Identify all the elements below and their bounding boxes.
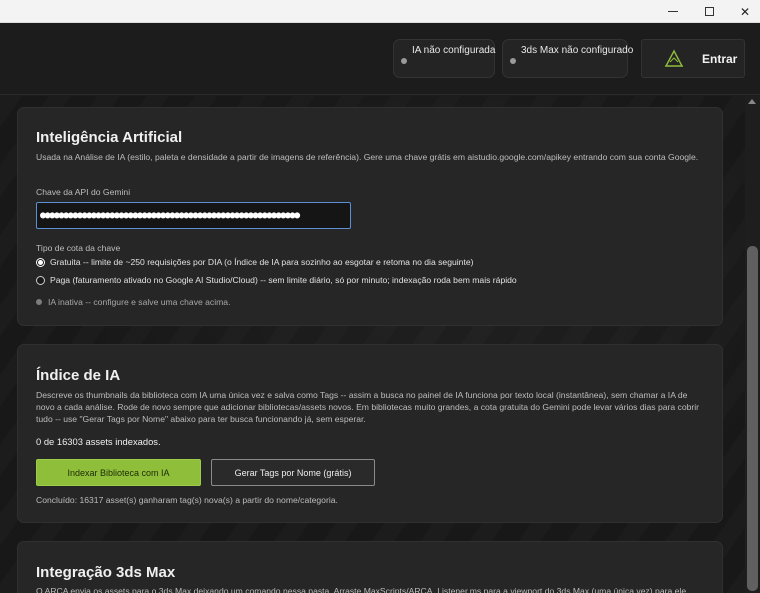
close-button[interactable]: ✕ (722, 0, 760, 23)
quota-option-free[interactable]: Gratuita -- limite de ~250 requisições p… (36, 255, 473, 269)
api-key-input[interactable] (36, 202, 351, 229)
close-icon: ✕ (739, 4, 751, 19)
ai-section-title: Inteligência Artificial (36, 129, 183, 146)
max-status-badge: 3ds Max não configurado (502, 39, 633, 78)
index-section-description: Descreve os thumbnails da biblioteca com… (36, 390, 700, 424)
ai-status: IA inativa -- configure e salve uma chav… (36, 297, 230, 307)
quota-option-paid-label: Paga (faturamento ativado no Google AI S… (50, 275, 517, 285)
index-library-button[interactable]: Indexar Biblioteca com IA (36, 459, 201, 486)
index-result-text: Concluído: 16317 asset(s) ganharam tag(s… (36, 495, 338, 505)
radio-checked-icon[interactable] (36, 257, 45, 267)
radio-unchecked-icon[interactable] (36, 275, 45, 285)
quota-option-free-label: Gratuita -- limite de ~250 requisições p… (50, 257, 474, 267)
quota-type-label: Tipo de cota da chave (36, 243, 121, 253)
api-key-label: Chave da API do Gemini (36, 187, 131, 197)
window-titlebar: ✕ (0, 0, 760, 23)
quota-option-paid[interactable]: Paga (faturamento ativado no Google AI S… (36, 273, 517, 287)
ai-index-card: Índice de IA Descreve os thumbnails da b… (17, 344, 723, 523)
settings-content[interactable]: Inteligência Artificial Usada na Análise… (0, 96, 745, 593)
app-header: IA não configurada 3ds Max não configura… (0, 23, 760, 95)
login-button[interactable]: Entrar (641, 39, 745, 78)
inactive-dot-icon (36, 299, 42, 305)
arca-logo-icon (664, 49, 684, 67)
ai-settings-card: Inteligência Artificial Usada na Análise… (17, 107, 723, 326)
status-dot-icon (510, 58, 516, 64)
max-integration-card: Integração 3ds Max O ARCA envia os asset… (17, 541, 723, 593)
maximize-icon (704, 7, 714, 16)
ia-status-badge: IA não configurada (393, 39, 495, 78)
minimize-icon (668, 11, 678, 12)
generate-tags-button[interactable]: Gerar Tags por Nome (grátis) (211, 459, 375, 486)
login-label: Entrar (702, 52, 738, 66)
max-section-description: O ARCA envia os assets para o 3ds Max de… (36, 586, 687, 593)
indexed-count-text: 0 de 16303 assets indexados. (36, 436, 161, 447)
vertical-scrollbar[interactable] (745, 96, 760, 593)
ai-section-description: Usada na Análise de IA (estilo, paleta e… (36, 152, 699, 162)
scrollbar-thumb[interactable] (747, 246, 758, 591)
ai-status-text: IA inativa -- configure e salve uma chav… (48, 297, 231, 307)
scroll-up-arrow-icon[interactable] (748, 99, 756, 104)
index-section-title: Índice de IA (36, 367, 121, 384)
ia-status-text: IA não configurada (412, 45, 496, 56)
status-dot-icon (401, 58, 407, 64)
max-section-title: Integração 3ds Max (36, 564, 176, 581)
max-status-text: 3ds Max não configurado (521, 45, 634, 56)
